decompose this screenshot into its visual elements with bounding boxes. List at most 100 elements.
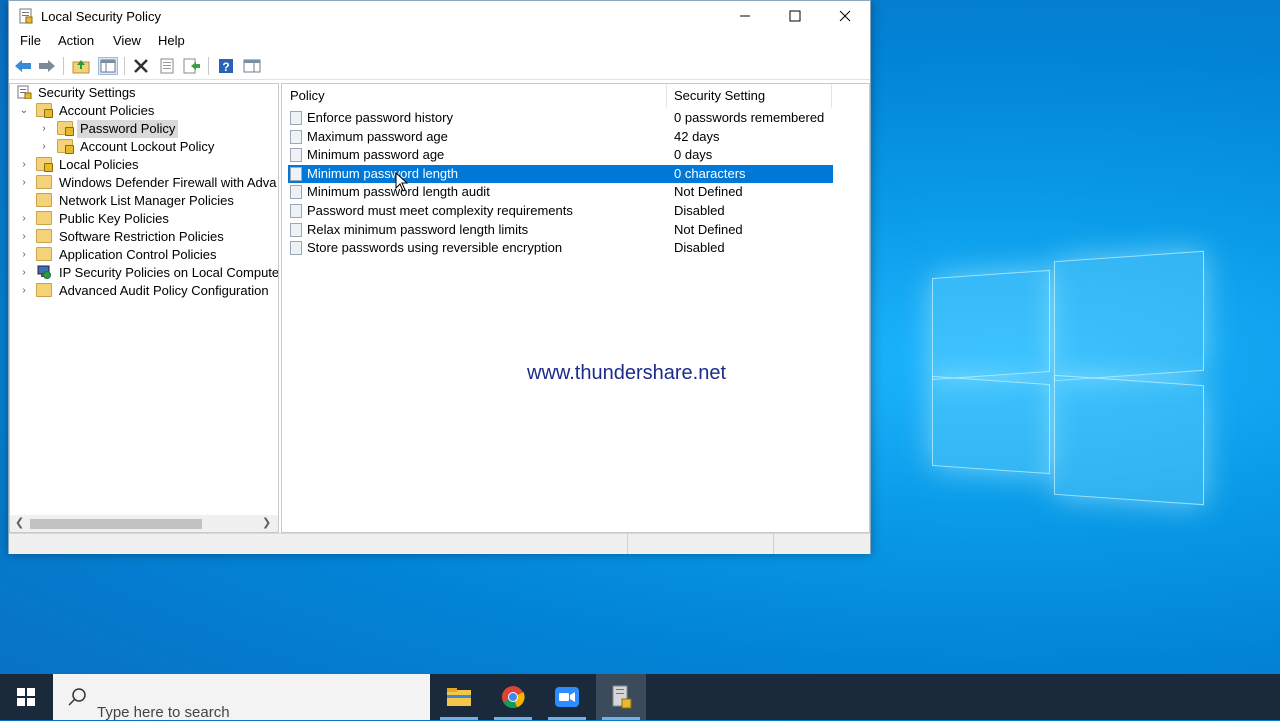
policy-setting: Disabled xyxy=(674,240,725,255)
tree-item-label: Network List Manager Policies xyxy=(59,193,234,208)
delete-button[interactable] xyxy=(131,57,151,75)
windows-desktop-logo xyxy=(930,250,1206,506)
policy-icon xyxy=(290,148,302,162)
title-bar: Local Security Policy xyxy=(9,1,870,31)
policy-name: Password must meet complexity requiremen… xyxy=(307,203,573,218)
windows-start-icon xyxy=(17,688,35,706)
expand-chevron-icon[interactable]: › xyxy=(18,210,30,228)
folder-icon xyxy=(36,211,52,225)
folder-icon xyxy=(36,193,52,207)
export-list-icon xyxy=(183,58,200,74)
policy-row[interactable]: Maximum password age 42 days xyxy=(288,128,833,146)
action-pane-icon xyxy=(243,59,261,73)
folder-lock-icon xyxy=(36,157,53,172)
folder-up-icon xyxy=(72,60,90,74)
help-button[interactable]: ? xyxy=(216,57,236,75)
search-placeholder: Type here to search xyxy=(97,704,230,721)
menu-help[interactable]: Help xyxy=(158,33,185,48)
tree-item-label: Account Lockout Policy xyxy=(80,139,215,154)
policy-setting: Not Defined xyxy=(674,184,743,199)
expand-chevron-icon[interactable]: › xyxy=(18,174,30,192)
menu-action[interactable]: Action xyxy=(58,33,94,48)
watermark-text: www.thundershare.net xyxy=(527,362,727,384)
policy-icon xyxy=(290,223,302,237)
scrollbar-thumb[interactable] xyxy=(30,519,202,529)
close-button[interactable] xyxy=(820,1,870,31)
policy-row[interactable]: Store passwords using reversible encrypt… xyxy=(288,239,833,257)
tree-item-label: Advanced Audit Policy Configuration xyxy=(59,283,269,298)
menu-file[interactable]: File xyxy=(20,33,41,48)
scroll-right-icon[interactable]: ❯ xyxy=(262,516,271,529)
zoom-icon xyxy=(555,687,579,707)
help-icon: ? xyxy=(219,59,233,74)
expand-chevron-icon[interactable]: › xyxy=(38,138,50,156)
folder-icon xyxy=(36,229,52,243)
expand-chevron-icon[interactable]: › xyxy=(18,264,30,282)
show-hide-console-tree-button[interactable] xyxy=(98,57,118,75)
tree-item-label: IP Security Policies on Local Compute xyxy=(59,265,279,280)
tree-item-label: Password Policy xyxy=(77,120,179,138)
expand-chevron-icon[interactable]: › xyxy=(18,156,30,174)
chrome-icon xyxy=(502,686,525,709)
properties-button[interactable] xyxy=(157,57,177,75)
column-header-security-setting[interactable]: Security Setting xyxy=(667,84,832,108)
folder-icon xyxy=(36,283,52,297)
taskbar-search-box[interactable]: Type here to search xyxy=(53,674,430,721)
taskbar-zoom[interactable] xyxy=(542,674,592,720)
status-bar xyxy=(9,533,870,554)
tree-item-label: Account Policies xyxy=(59,103,155,118)
svg-text:?: ? xyxy=(222,60,229,74)
policy-row[interactable]: Relax minimum password length limits Not… xyxy=(288,221,833,239)
policy-name: Minimum password length xyxy=(307,166,459,181)
close-icon xyxy=(839,10,851,22)
collapse-chevron-icon[interactable]: ⌄ xyxy=(18,102,30,120)
taskbar-chrome[interactable] xyxy=(488,674,538,720)
policy-icon xyxy=(290,167,302,181)
minimize-button[interactable] xyxy=(720,1,770,31)
back-arrow-icon xyxy=(15,60,31,72)
forward-arrow-icon xyxy=(39,60,55,72)
policy-row[interactable]: Minimum password length audit Not Define… xyxy=(288,183,833,201)
tree-item-label: Software Restriction Policies xyxy=(59,229,224,244)
forward-button[interactable] xyxy=(37,57,57,75)
policy-name: Enforce password history xyxy=(307,110,453,125)
scroll-left-icon[interactable]: ❮ xyxy=(15,516,24,529)
horizontal-scrollbar[interactable]: ❮ ❯ xyxy=(10,515,278,532)
taskbar-local-security-policy[interactable] xyxy=(596,674,646,720)
security-settings-icon xyxy=(17,85,32,99)
tree-item-label: Public Key Policies xyxy=(59,211,169,226)
up-one-level-button[interactable] xyxy=(71,57,91,75)
show-hide-action-pane-button[interactable] xyxy=(242,57,262,75)
menu-bar: File Action View Help xyxy=(9,31,870,51)
column-header-policy[interactable]: Policy xyxy=(282,84,667,108)
menu-view[interactable]: View xyxy=(113,33,141,48)
export-list-button[interactable] xyxy=(182,57,202,75)
expand-chevron-icon[interactable]: › xyxy=(18,246,30,264)
policy-icon xyxy=(290,185,302,199)
expand-chevron-icon[interactable]: › xyxy=(18,282,30,300)
tree-item-label: Local Policies xyxy=(59,157,139,172)
folder-lock-icon xyxy=(36,103,53,118)
file-explorer-icon xyxy=(447,688,471,706)
start-button[interactable] xyxy=(0,674,52,720)
minimize-icon xyxy=(740,15,750,17)
policy-row[interactable]: Minimum password age 0 days xyxy=(288,146,833,164)
properties-icon xyxy=(160,58,174,74)
window-title: Local Security Policy xyxy=(41,9,161,24)
tree-item-label: Application Control Policies xyxy=(59,247,217,262)
policy-icon xyxy=(290,111,302,125)
expand-chevron-icon[interactable]: › xyxy=(18,228,30,246)
policy-row[interactable]: Password must meet complexity requiremen… xyxy=(288,202,833,220)
policy-setting: 42 days xyxy=(674,129,720,144)
expand-chevron-icon[interactable]: › xyxy=(38,120,50,138)
policy-row[interactable]: Enforce password history 0 passwords rem… xyxy=(288,109,833,127)
folder-icon xyxy=(36,175,52,189)
taskbar-file-explorer[interactable] xyxy=(434,674,484,720)
console-tree: Security Settings ⌄ Account Policies › P… xyxy=(9,83,279,533)
folder-lock-icon xyxy=(57,139,74,154)
maximize-icon xyxy=(789,10,801,22)
policy-setting: 0 passwords remembered xyxy=(674,110,825,125)
maximize-button[interactable] xyxy=(770,1,820,31)
policy-row-selected[interactable]: Minimum password length 0 characters xyxy=(288,165,833,183)
back-button[interactable] xyxy=(13,57,33,75)
